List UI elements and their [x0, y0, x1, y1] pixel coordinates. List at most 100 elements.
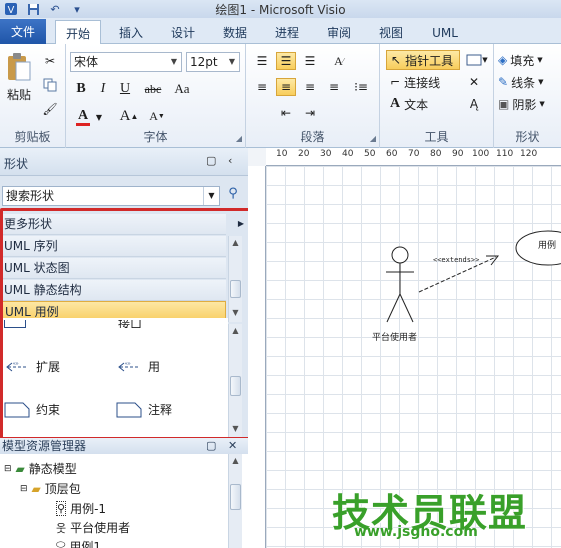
stencil-uml-static-structure[interactable]: UML 静态结构: [0, 280, 226, 301]
scroll-down-icon[interactable]: ▼: [229, 306, 242, 320]
tree-item-actor[interactable]: 웃 平台使用者: [56, 519, 130, 536]
chevron-down-icon[interactable]: ▼: [94, 110, 104, 124]
tab-design[interactable]: 设计: [162, 21, 204, 44]
ruler-mark: 100: [472, 149, 490, 159]
shrink-font-button[interactable]: A ▼: [146, 106, 168, 126]
tab-review[interactable]: 审阅: [318, 21, 360, 44]
svg-text:«»: «»: [13, 361, 19, 367]
connector-tool-button[interactable]: ⌐ 连接线: [386, 72, 460, 92]
align-bottom-icon[interactable]: ☰: [300, 52, 320, 70]
stencil-uml-statechart[interactable]: UML 状态图: [0, 258, 226, 279]
font-group: 宋体 ▼ 12pt ▼ B I U abc Aa A ▼ A ▲ A ▼ 字体 ◢: [66, 44, 246, 148]
bullets-icon[interactable]: ⁝≡: [350, 78, 372, 96]
cut-icon[interactable]: ✂: [40, 52, 60, 70]
close-icon[interactable]: ✕: [228, 438, 237, 454]
align-center-icon[interactable]: ≡: [276, 78, 296, 96]
folder-icon: ▰: [31, 481, 41, 496]
ruler-mark: 40: [342, 149, 354, 159]
actor-shape[interactable]: [386, 246, 414, 323]
tab-home[interactable]: 开始: [55, 20, 101, 45]
tree-collapse-icon[interactable]: ⊟: [4, 464, 12, 474]
align-top-icon[interactable]: ☰: [252, 52, 272, 70]
rectangle-tool-button[interactable]: ▼: [464, 50, 490, 70]
scroll-down-icon[interactable]: ▼: [229, 422, 242, 436]
copy-icon[interactable]: [40, 76, 60, 94]
align-left-icon[interactable]: ≡: [252, 78, 272, 96]
fill-button[interactable]: ◈ 填充 ▼: [498, 50, 560, 70]
tree-collapse-icon[interactable]: ⊟: [20, 484, 28, 494]
text-tool-button[interactable]: A 文本: [386, 94, 460, 114]
tab-insert[interactable]: 插入: [110, 21, 152, 44]
paragraph-group: ☰ ☰ ☰ A ⁄ ≡ ≡ ≡ ≡ ⁝≡ ⇤ ⇥ 段落 ◢: [246, 44, 380, 148]
bold-button[interactable]: B: [72, 80, 90, 98]
chevron-down-icon[interactable]: ▼: [203, 187, 219, 205]
tab-data[interactable]: 数据: [214, 21, 256, 44]
tab-uml[interactable]: UML: [422, 21, 468, 44]
justify-icon[interactable]: ≡: [324, 78, 344, 96]
increase-indent-icon[interactable]: ⇥: [300, 104, 320, 122]
italic-button[interactable]: I: [94, 80, 112, 98]
underline-button[interactable]: U: [116, 80, 134, 98]
scroll-thumb[interactable]: [230, 280, 241, 298]
paste-button[interactable]: 粘贴: [4, 50, 34, 104]
font-size-combo[interactable]: 12pt ▼: [186, 52, 240, 72]
shape-label: 用: [148, 360, 161, 374]
align-middle-icon[interactable]: ☰: [276, 52, 296, 70]
minimize-pane-icon[interactable]: ▢: [206, 154, 216, 167]
shape-group-label: 形状: [515, 130, 540, 144]
stencil-list-scrollbar[interactable]: ▲ ▼: [228, 236, 242, 322]
shape-label: 扩展: [36, 360, 61, 374]
close-icon[interactable]: ✕: [464, 72, 484, 92]
tab-file[interactable]: 文件: [0, 19, 46, 44]
decrease-indent-icon[interactable]: ⇤: [276, 104, 296, 122]
scroll-thumb[interactable]: [230, 484, 241, 510]
tree-item-top-package[interactable]: ⊟ ▰ 顶层包: [20, 480, 81, 497]
pointer-tool-button[interactable]: ↖ 指针工具: [386, 50, 460, 70]
scroll-thumb[interactable]: [230, 376, 241, 396]
shadow-button[interactable]: ▣ 阴影 ▼: [498, 94, 560, 114]
watermark-url: www.jsgho.com: [354, 524, 478, 540]
text-direction-icon[interactable]: A ⁄: [328, 52, 350, 70]
shape-label: 注释: [148, 402, 173, 417]
align-right-icon[interactable]: ≡: [300, 78, 320, 96]
shape-grid-scrollbar[interactable]: ▲ ▼: [228, 324, 242, 438]
shape-search-input[interactable]: 搜索形状 ▼: [2, 186, 220, 206]
font-dialog-launcher-icon[interactable]: ◢: [236, 134, 242, 143]
font-name-combo[interactable]: 宋体 ▼: [70, 52, 182, 72]
scroll-up-icon[interactable]: ▲: [229, 324, 242, 338]
ruler-mark: 50: [364, 149, 376, 159]
tree-item-static-model[interactable]: ⊟ ▰ 静态模型: [4, 460, 77, 477]
ruler-mark: 10: [276, 149, 288, 159]
text-tool-icon: A: [390, 96, 401, 111]
scroll-up-icon[interactable]: ▲: [229, 454, 242, 468]
shape-comment[interactable]: 注释: [116, 400, 172, 418]
minimize-pane-icon[interactable]: ▢: [206, 438, 216, 454]
collapse-pane-icon[interactable]: ‹: [228, 154, 232, 167]
format-painter-icon[interactable]: 🖌: [40, 100, 60, 118]
shape-extend[interactable]: «» 扩展: [4, 358, 60, 375]
tree-item-use-case-1[interactable]: ⚲ 用例-1: [56, 500, 106, 517]
line-button[interactable]: ✎ 线条 ▼: [498, 72, 560, 92]
font-color-button[interactable]: A: [74, 106, 92, 128]
shape-uses[interactable]: «» 用: [116, 358, 160, 375]
search-icon[interactable]: ⚲: [224, 186, 242, 206]
shape-label: 约束: [36, 402, 61, 417]
tab-process[interactable]: 进程: [266, 21, 308, 44]
explorer-scrollbar[interactable]: ▲: [228, 454, 242, 548]
font-name-value: 宋体: [74, 55, 99, 69]
tree-item-use-case[interactable]: ⬭ 用例1: [56, 538, 101, 548]
strikethrough-button[interactable]: abc: [140, 80, 166, 98]
comment-note-icon: [116, 402, 142, 418]
uses-arrow-icon: «»: [118, 361, 140, 371]
stencil-more-shapes[interactable]: 更多形状 ▶: [0, 214, 244, 235]
rotate-text-icon[interactable]: Ą: [464, 94, 484, 114]
shape-constraint[interactable]: 约束: [4, 400, 60, 418]
tab-view[interactable]: 视图: [370, 21, 412, 44]
grow-font-button[interactable]: A ▲: [118, 106, 140, 126]
stencil-uml-sequence[interactable]: UML 序列: [0, 236, 226, 257]
scroll-up-icon[interactable]: ▲: [229, 236, 242, 250]
change-case-button[interactable]: Aa: [170, 80, 194, 98]
paragraph-dialog-launcher-icon[interactable]: ◢: [370, 134, 376, 143]
model-explorer-pane: 模型资源管理器 ▢ ✕ ⊟ ▰ 静态模型 ⊟ ▰ 顶层包 ⚲ 用例-1 웃 平台…: [0, 438, 248, 548]
drawing-page[interactable]: 平台使用者 <<extends>> 用例 技术员联盟 www.jsgho.com: [266, 166, 561, 548]
